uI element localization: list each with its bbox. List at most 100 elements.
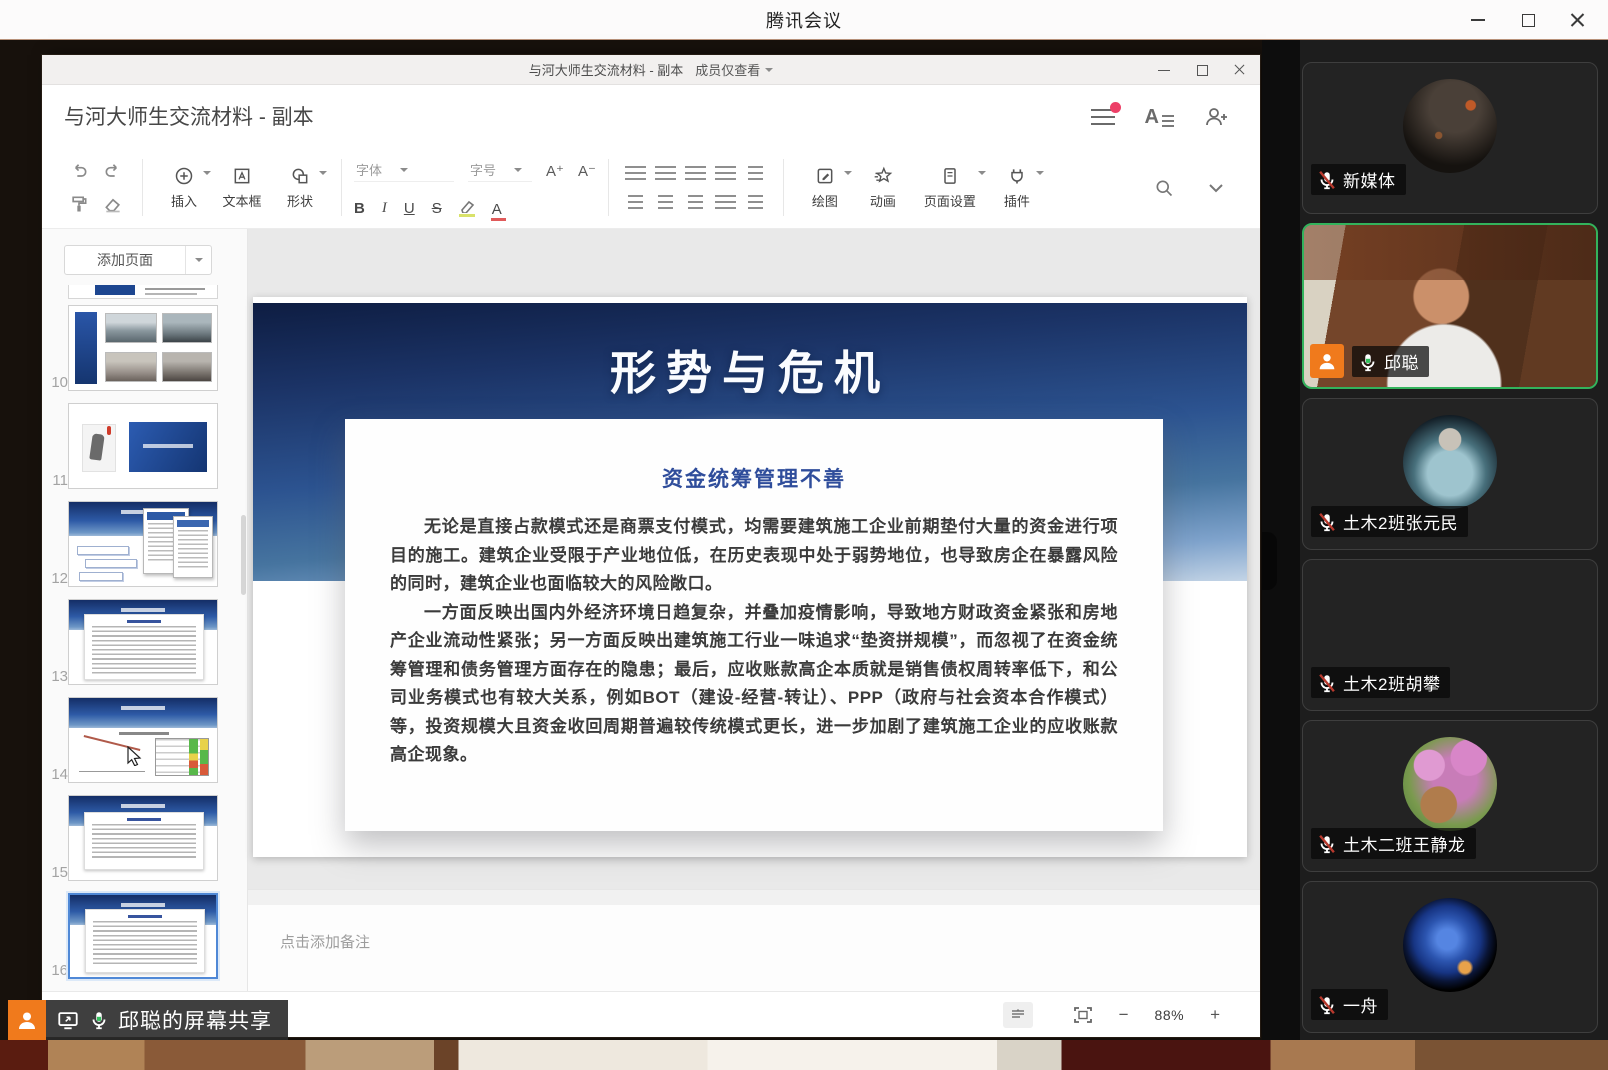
participant-name: 一舟 bbox=[1343, 992, 1378, 1017]
slide-thumbnail-16-selected[interactable] bbox=[68, 893, 218, 979]
strikethrough-button[interactable]: S bbox=[432, 200, 442, 217]
wps-maximize-icon[interactable] bbox=[1196, 64, 1208, 76]
slide-thumbnail-12[interactable] bbox=[68, 501, 218, 587]
slide-row: 14 bbox=[42, 697, 248, 785]
notes-placeholder: 点击添加备注 bbox=[280, 931, 370, 952]
thumbnail-scrollbar[interactable] bbox=[241, 515, 246, 595]
notes-panel-toggle[interactable] bbox=[1003, 1002, 1033, 1028]
wps-minimize-icon[interactable] bbox=[1158, 64, 1170, 76]
slide-row: 11 bbox=[42, 403, 248, 491]
underline-button[interactable]: U bbox=[404, 200, 415, 217]
slide-thumbnail-partial[interactable] bbox=[68, 285, 218, 299]
mouse-cursor bbox=[127, 746, 142, 766]
minimize-icon[interactable] bbox=[1470, 12, 1486, 28]
wps-close-icon[interactable] bbox=[1234, 64, 1246, 76]
align-center-icon[interactable] bbox=[658, 195, 673, 209]
participant-tile[interactable]: 土木2班张元民 bbox=[1302, 398, 1598, 550]
desktop-wallpaper-strip bbox=[0, 1040, 1608, 1070]
numbered-list-icon[interactable] bbox=[655, 166, 676, 180]
meeting-title: 腾讯会议 bbox=[766, 7, 842, 33]
notes-divider[interactable] bbox=[248, 889, 1260, 905]
sharer-avatar bbox=[8, 1000, 46, 1040]
card-title[interactable]: 资金统筹管理不善 bbox=[345, 463, 1163, 493]
slide-thumbnail-panel: 添加页面 10 1 bbox=[42, 229, 248, 991]
plugin-button[interactable]: 插件 bbox=[988, 155, 1046, 220]
slide-row: 16 bbox=[42, 893, 248, 981]
bold-button[interactable]: B bbox=[354, 200, 365, 217]
slide-canvas[interactable]: 形势与危机 资金统筹管理不善 无论是直接占款模式还是商票支付模式，均需要建筑施工… bbox=[248, 229, 1260, 889]
decrease-indent-icon[interactable] bbox=[685, 166, 706, 180]
shape-button[interactable]: 形状 bbox=[271, 155, 329, 220]
add-page-button[interactable]: 添加页面 bbox=[64, 245, 212, 275]
format-painter-icon[interactable] bbox=[69, 194, 89, 214]
outline-view-icon[interactable]: A bbox=[1145, 107, 1174, 127]
decrease-font-button[interactable]: A⁻ bbox=[578, 162, 596, 180]
textbox-button[interactable]: 文本框 bbox=[213, 155, 271, 220]
host-badge bbox=[1310, 344, 1344, 378]
bullet-list-icon[interactable] bbox=[625, 166, 646, 180]
page-setup-button[interactable]: 页面设置 bbox=[912, 155, 988, 220]
eraser-icon[interactable] bbox=[103, 194, 123, 214]
chevron-down-icon bbox=[195, 258, 203, 262]
collapse-toolbar-icon[interactable] bbox=[1208, 183, 1224, 193]
paragraph-settings-icon[interactable] bbox=[748, 166, 763, 180]
redo-icon[interactable] bbox=[103, 161, 123, 181]
participant-tile[interactable]: 土木二班王静龙 bbox=[1302, 720, 1598, 872]
card-paragraph-2[interactable]: 一方面反映出国内外经济环境日趋复杂，并叠加疫情影响，导致地方财政资金紧张和房地产… bbox=[390, 599, 1118, 770]
insert-button[interactable]: 插入 bbox=[155, 155, 213, 220]
participant-tile[interactable]: 一舟 bbox=[1302, 881, 1598, 1033]
participant-tile[interactable]: 土木2班胡攀 bbox=[1302, 559, 1598, 711]
font-family-select[interactable]: 字体 bbox=[354, 160, 454, 182]
font-size-select[interactable]: 字号 bbox=[468, 160, 532, 182]
participant-tile[interactable]: 新媒体 bbox=[1302, 62, 1598, 214]
justify-icon[interactable] bbox=[715, 195, 736, 209]
participant-name: 土木二班王静龙 bbox=[1343, 831, 1466, 856]
align-left-icon[interactable] bbox=[628, 195, 643, 209]
zoom-in-button[interactable]: + bbox=[1210, 1006, 1220, 1023]
wps-toolbar: 插入 文本框 形状 字体 字号 A⁺ A⁻ B bbox=[42, 149, 1260, 229]
screen-share-banner: 邱聪的屏幕共享 bbox=[8, 1000, 288, 1040]
search-icon[interactable] bbox=[1154, 178, 1174, 198]
chevron-down-icon bbox=[400, 168, 408, 172]
animation-button[interactable]: 动画 bbox=[854, 155, 912, 220]
slide-number: 13 bbox=[46, 668, 68, 685]
align-right-icon[interactable] bbox=[688, 195, 703, 209]
slide-row: 12 bbox=[42, 501, 248, 589]
notes-area[interactable]: 点击添加备注 bbox=[248, 905, 1260, 991]
menu-icon[interactable] bbox=[1091, 108, 1115, 126]
maximize-icon[interactable] bbox=[1520, 12, 1536, 28]
line-spacing-icon[interactable] bbox=[748, 195, 763, 209]
slide-row: 15 bbox=[42, 795, 248, 883]
screen-share-label: 邱聪的屏幕共享 bbox=[118, 1005, 272, 1035]
undo-icon[interactable] bbox=[69, 161, 89, 181]
close-icon[interactable] bbox=[1570, 12, 1586, 28]
share-user-icon[interactable] bbox=[1204, 106, 1230, 128]
slide-content-card[interactable]: 资金统筹管理不善 无论是直接占款模式还是商票支付模式，均需要建筑施工企业前期垫付… bbox=[345, 419, 1163, 831]
increase-indent-icon[interactable] bbox=[715, 166, 736, 180]
slide-thumbnail-14[interactable] bbox=[68, 697, 218, 783]
participant-tile-speaking[interactable]: 邱聪 bbox=[1302, 223, 1598, 389]
add-page-dropdown[interactable] bbox=[185, 246, 211, 274]
highlight-color-button[interactable] bbox=[459, 199, 475, 217]
card-paragraph-1[interactable]: 无论是直接占款模式还是商票支付模式，均需要建筑施工企业前期垫付大量的资金进行项目… bbox=[390, 513, 1118, 599]
slide-thumbnail-11[interactable] bbox=[68, 403, 218, 489]
zoom-out-button[interactable]: − bbox=[1119, 1006, 1129, 1023]
shape-icon bbox=[290, 166, 310, 186]
italic-button[interactable]: I bbox=[382, 200, 387, 217]
slide-thumbnail-15[interactable] bbox=[68, 795, 218, 881]
avatar bbox=[1403, 79, 1497, 173]
fit-slide-icon[interactable] bbox=[1073, 1006, 1093, 1024]
member-view-mode-dropdown[interactable]: 成员仅查看 bbox=[695, 60, 773, 79]
slide-thumbnail-13[interactable] bbox=[68, 599, 218, 685]
chevron-down-icon bbox=[1036, 171, 1044, 175]
increase-font-button[interactable]: A⁺ bbox=[546, 162, 564, 180]
current-slide[interactable]: 形势与危机 资金统筹管理不善 无论是直接占款模式还是商票支付模式，均需要建筑施工… bbox=[253, 297, 1247, 857]
chevron-down-icon bbox=[514, 168, 522, 172]
slide-title[interactable]: 形势与危机 bbox=[253, 337, 1247, 403]
mic-on-icon bbox=[1357, 351, 1379, 373]
highlighter-icon bbox=[459, 199, 475, 213]
panel-collapse-handle[interactable] bbox=[1262, 532, 1277, 590]
draw-button[interactable]: 绘图 bbox=[796, 155, 854, 220]
slide-thumbnail-10[interactable] bbox=[68, 305, 218, 391]
font-color-button[interactable]: A bbox=[492, 203, 502, 217]
